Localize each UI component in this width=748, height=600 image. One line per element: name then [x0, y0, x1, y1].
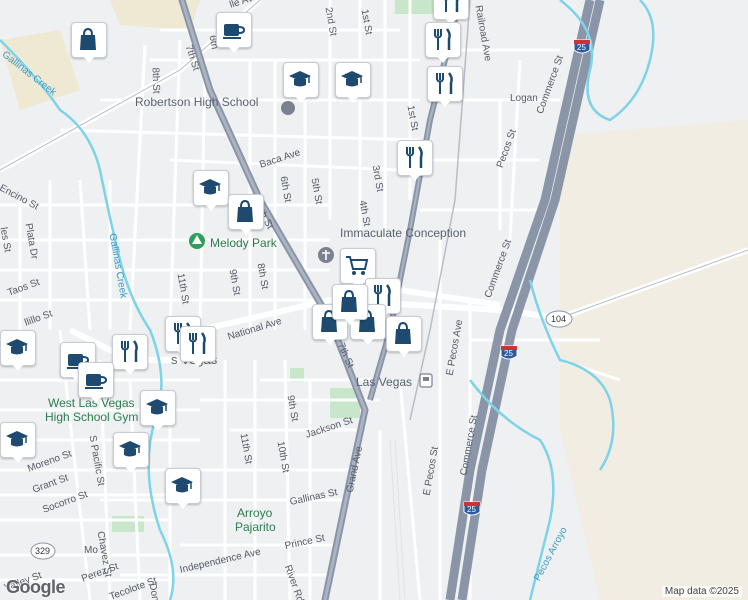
school-icon — [119, 441, 141, 457]
i25-label-top: 25 — [577, 43, 586, 52]
poi-marker[interactable] — [427, 66, 463, 110]
arroyo-pajarito-label-1: Arroyo — [237, 506, 273, 520]
poi-marker[interactable] — [332, 284, 368, 328]
shopping-bag-icon — [341, 289, 357, 312]
poi-marker[interactable] — [165, 468, 201, 512]
coffee-cup-icon — [223, 24, 246, 39]
shopping-cart-icon — [346, 256, 369, 275]
poi-marker[interactable] — [216, 12, 252, 56]
restaurant-icon — [189, 332, 206, 354]
poi-marker[interactable] — [425, 22, 461, 66]
poi-marker[interactable] — [113, 432, 149, 476]
las-vegas-station-label: Las Vegas — [356, 375, 413, 389]
shopping-bag-icon — [80, 27, 96, 50]
poi-marker[interactable] — [386, 316, 422, 360]
poi-marker[interactable] — [283, 62, 319, 106]
i25-label-mid: 25 — [504, 349, 513, 358]
robertson-high-school-label: Robertson High School — [135, 95, 259, 109]
restaurant-icon — [436, 72, 453, 94]
restaurant-icon — [406, 146, 423, 168]
poi-marker[interactable] — [78, 362, 114, 406]
logan-label: Logan — [510, 93, 538, 104]
poi-marker[interactable] — [335, 62, 371, 106]
google-logo: Google — [6, 577, 66, 597]
coffee-cup-icon — [85, 374, 108, 389]
school-icon — [289, 71, 311, 87]
school-icon — [171, 477, 193, 493]
shopping-bag-icon — [395, 321, 411, 344]
route-329-label: 329 — [35, 546, 51, 556]
park-pin-icon — [189, 233, 205, 249]
arroyo-pajarito-label-2: Pajarito — [235, 520, 276, 534]
restaurant-icon — [444, 0, 459, 12]
poi-marker[interactable] — [228, 194, 264, 238]
immaculate-conception-label: Immaculate Conception — [340, 226, 467, 240]
school-icon — [199, 179, 221, 195]
map-canvas[interactable]: Robertson High School Immaculate Concept… — [0, 0, 748, 600]
school-icon — [6, 431, 28, 447]
school-icon — [341, 71, 363, 87]
shopping-bag-icon — [237, 199, 253, 222]
eighth-st-label-top: 8th St — [149, 67, 162, 94]
route-104-label: 104 — [551, 314, 567, 324]
poi-marker[interactable] — [0, 422, 36, 466]
poi-marker[interactable] — [180, 326, 216, 370]
poi-marker[interactable] — [71, 22, 107, 66]
map-attribution[interactable]: Map data ©2025 — [661, 586, 742, 597]
train-station-icon — [419, 373, 433, 388]
melody-park-label: Melody Park — [210, 236, 277, 250]
restaurant-icon — [434, 28, 451, 50]
poi-marker[interactable] — [193, 170, 229, 214]
school-icon — [146, 399, 168, 415]
poi-marker[interactable] — [112, 334, 148, 378]
west-las-vegas-hs-label-2: High School Gym — [45, 410, 139, 424]
poi-marker[interactable] — [140, 390, 176, 434]
poi-marker[interactable] — [0, 330, 36, 374]
mo-st-label: Mo — [84, 545, 98, 556]
i25-label-bottom: 25 — [467, 505, 476, 514]
poi-marker[interactable] — [397, 140, 433, 184]
church-pin-icon — [318, 247, 334, 263]
school-icon — [6, 339, 28, 355]
restaurant-icon — [121, 340, 138, 362]
